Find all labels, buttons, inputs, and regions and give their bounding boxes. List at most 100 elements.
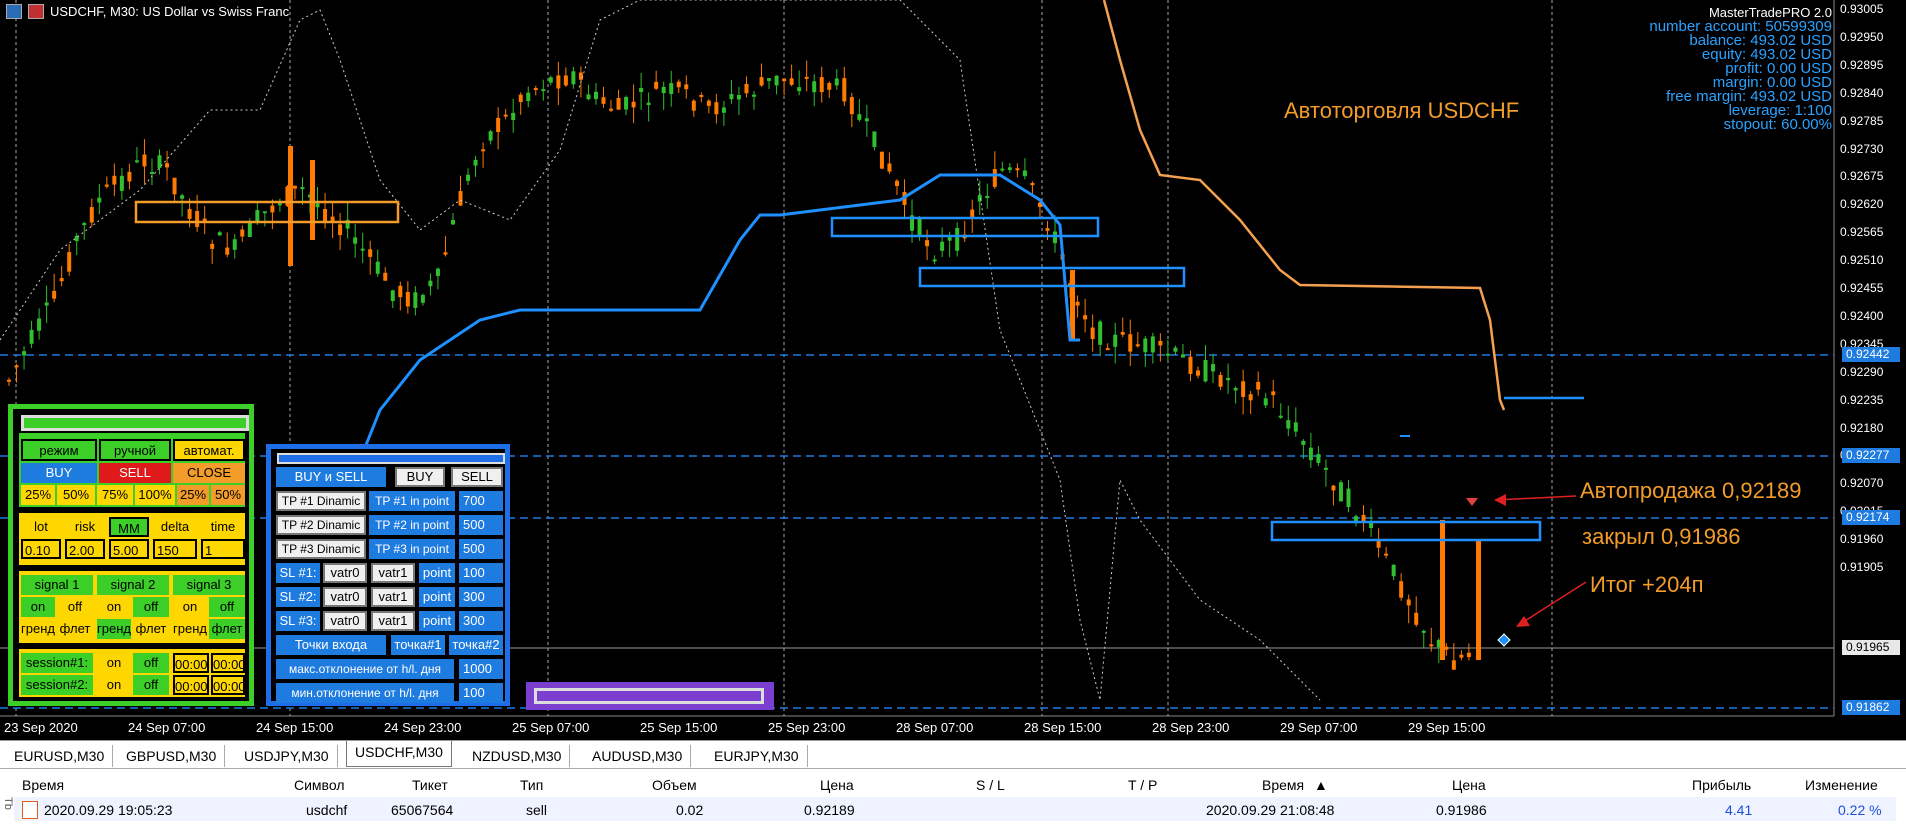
signal-2-flat[interactable]: флет bbox=[133, 619, 169, 639]
col-header-close-price[interactable]: Цена bbox=[1452, 777, 1486, 793]
tp2-dynamic-button[interactable]: TP #2 Dinamic bbox=[276, 515, 366, 535]
close-50-button[interactable]: 50% bbox=[211, 485, 245, 505]
tp1-value-input[interactable]: 700 bbox=[459, 491, 503, 511]
signal-2-on[interactable]: on bbox=[97, 597, 131, 617]
tab-gbpusd[interactable]: GBPUSD,M30 bbox=[118, 745, 226, 767]
tp2-in-point-button[interactable]: TP #2 in point bbox=[369, 515, 455, 535]
sl3-point-button[interactable]: point bbox=[419, 611, 455, 631]
tab-usdchf[interactable]: USDCHF,M30 bbox=[346, 741, 452, 767]
signal-1-on[interactable]: on bbox=[21, 597, 55, 617]
tp3-value-input[interactable]: 500 bbox=[459, 539, 503, 559]
max-deviation-input[interactable]: 1000 bbox=[459, 659, 503, 679]
col-header-open-time[interactable]: Время bbox=[22, 777, 64, 793]
tp1-in-point-button[interactable]: TP #1 in point bbox=[369, 491, 455, 511]
signal-1-flat[interactable]: флет bbox=[57, 619, 93, 639]
session-1-start[interactable]: 00:00 bbox=[173, 653, 209, 673]
tp3-in-point-button[interactable]: TP #3 in point bbox=[369, 539, 455, 559]
close-button[interactable]: CLOSE bbox=[173, 463, 245, 483]
col-header-profit[interactable]: Прибыль bbox=[1692, 777, 1751, 793]
signal-3-off[interactable]: off bbox=[209, 597, 245, 617]
manual-mode-button[interactable]: ручной bbox=[99, 439, 171, 461]
candle-body bbox=[300, 187, 305, 190]
sort-arrow-icon: ▲ bbox=[1314, 777, 1328, 793]
buy-75-button[interactable]: 75% bbox=[97, 485, 133, 505]
buy-100-button[interactable]: 100% bbox=[135, 485, 175, 505]
chart-title-text: USDCHF, M30: US Dollar vs Swiss Franc bbox=[50, 4, 290, 19]
lot-input[interactable]: 0.10 bbox=[21, 539, 61, 559]
sl2-value-input[interactable]: 300 bbox=[459, 587, 503, 607]
sl2-point-button[interactable]: point bbox=[419, 587, 455, 607]
col-header-volume[interactable]: Объем bbox=[652, 777, 697, 793]
candle-body bbox=[232, 239, 237, 250]
buy-25-button[interactable]: 25% bbox=[21, 485, 55, 505]
sl2-vatr1-button[interactable]: vatr1 bbox=[371, 587, 415, 607]
tab-eurjpy[interactable]: EURJPY,M30 bbox=[706, 745, 808, 767]
candle-body bbox=[466, 174, 471, 181]
session-2-start[interactable]: 00:00 bbox=[173, 675, 209, 695]
signal-1-off[interactable]: off bbox=[57, 597, 93, 617]
tab-nzdusd[interactable]: NZDUSD,M30 bbox=[464, 745, 571, 767]
mm-toggle[interactable]: MM bbox=[109, 517, 149, 537]
session-2-on[interactable]: on bbox=[97, 675, 131, 695]
delta-input[interactable]: 150 bbox=[153, 539, 197, 559]
buy-50-button[interactable]: 50% bbox=[57, 485, 95, 505]
collapsed-panel bbox=[526, 682, 774, 710]
col-header-ticket[interactable]: Тикет bbox=[412, 777, 448, 793]
col-header-open-price[interactable]: Цена bbox=[820, 777, 854, 793]
col-header-sl[interactable]: S / L bbox=[976, 777, 1005, 793]
sl1-point-button[interactable]: point bbox=[419, 563, 455, 583]
sl2-vatr0-button[interactable]: vatr0 bbox=[323, 587, 367, 607]
entry-point-1-button[interactable]: точка#1 bbox=[391, 635, 445, 655]
price-chart[interactable]: USDCHF, M30: US Dollar vs Swiss Franc Ma… bbox=[0, 0, 1906, 740]
tp3-dynamic-button[interactable]: TP #3 Dinamic bbox=[276, 539, 366, 559]
col-header-change[interactable]: Изменение bbox=[1805, 777, 1878, 793]
session-1-end[interactable]: 00:00 bbox=[211, 653, 246, 673]
sl3-vatr1-button[interactable]: vatr1 bbox=[371, 611, 415, 631]
panel-drag-handle[interactable] bbox=[277, 453, 505, 464]
close-25-button[interactable]: 25% bbox=[177, 485, 209, 505]
buy-and-sell-button[interactable]: BUY и SELL bbox=[276, 467, 386, 487]
risk-input[interactable]: 2.00 bbox=[65, 539, 105, 559]
tab-usdjpy[interactable]: USDJPY,M30 bbox=[236, 745, 338, 767]
sl1-vatr1-button[interactable]: vatr1 bbox=[371, 563, 415, 583]
session-2-off[interactable]: off bbox=[133, 675, 169, 695]
sl3-vatr0-button[interactable]: vatr0 bbox=[323, 611, 367, 631]
signal-2-off[interactable]: off bbox=[133, 597, 169, 617]
sl1-value-input[interactable]: 100 bbox=[459, 563, 503, 583]
side-panel-handle[interactable]: Tb bbox=[2, 797, 14, 810]
sl1-vatr0-button[interactable]: vatr0 bbox=[323, 563, 367, 583]
col-header-close-time[interactable]: Время bbox=[1262, 777, 1304, 793]
entry-points-button[interactable]: Точки входа bbox=[276, 635, 386, 655]
signal-1-trend[interactable]: гренд bbox=[21, 619, 55, 639]
session-1-off[interactable]: off bbox=[133, 653, 169, 673]
panel-drag-handle[interactable] bbox=[534, 688, 764, 704]
time-input[interactable]: 1 bbox=[201, 539, 245, 559]
price-tick-label: 0.91905 bbox=[1840, 560, 1884, 574]
tab-audusd[interactable]: AUDUSD,M30 bbox=[584, 745, 692, 767]
signal-3-flat[interactable]: флет bbox=[209, 619, 245, 639]
tab-eurusd[interactable]: EURUSD,M30 bbox=[6, 745, 114, 767]
entry-point-2-button[interactable]: точка#2 bbox=[449, 635, 503, 655]
candle-body bbox=[563, 75, 568, 86]
signal-2-trend[interactable]: гренд bbox=[97, 619, 131, 639]
sl3-value-input[interactable]: 300 bbox=[459, 611, 503, 631]
mm-input[interactable]: 5.00 bbox=[109, 539, 149, 559]
buy-only-button[interactable]: BUY bbox=[395, 467, 445, 487]
table-row[interactable] bbox=[14, 797, 1896, 821]
tp2-value-input[interactable]: 500 bbox=[459, 515, 503, 535]
signal-3-on[interactable]: on bbox=[173, 597, 207, 617]
col-header-type[interactable]: Тип bbox=[520, 777, 543, 793]
sell-button[interactable]: SELL bbox=[99, 463, 171, 483]
candle-body bbox=[1075, 301, 1080, 306]
session-1-on[interactable]: on bbox=[97, 653, 131, 673]
panel-drag-handle[interactable] bbox=[21, 415, 249, 431]
auto-mode-button[interactable]: автомат. bbox=[173, 439, 245, 461]
session-2-end[interactable]: 00:00 bbox=[211, 675, 246, 695]
signal-3-trend[interactable]: гренд bbox=[173, 619, 207, 639]
tp1-dynamic-button[interactable]: TP #1 Dinamic bbox=[276, 491, 366, 511]
min-deviation-input[interactable]: 100 bbox=[459, 683, 503, 703]
col-header-tp[interactable]: T / P bbox=[1128, 777, 1157, 793]
sell-only-button[interactable]: SELL bbox=[451, 467, 503, 487]
col-header-symbol[interactable]: Символ bbox=[294, 777, 344, 793]
buy-button[interactable]: BUY bbox=[21, 463, 97, 483]
